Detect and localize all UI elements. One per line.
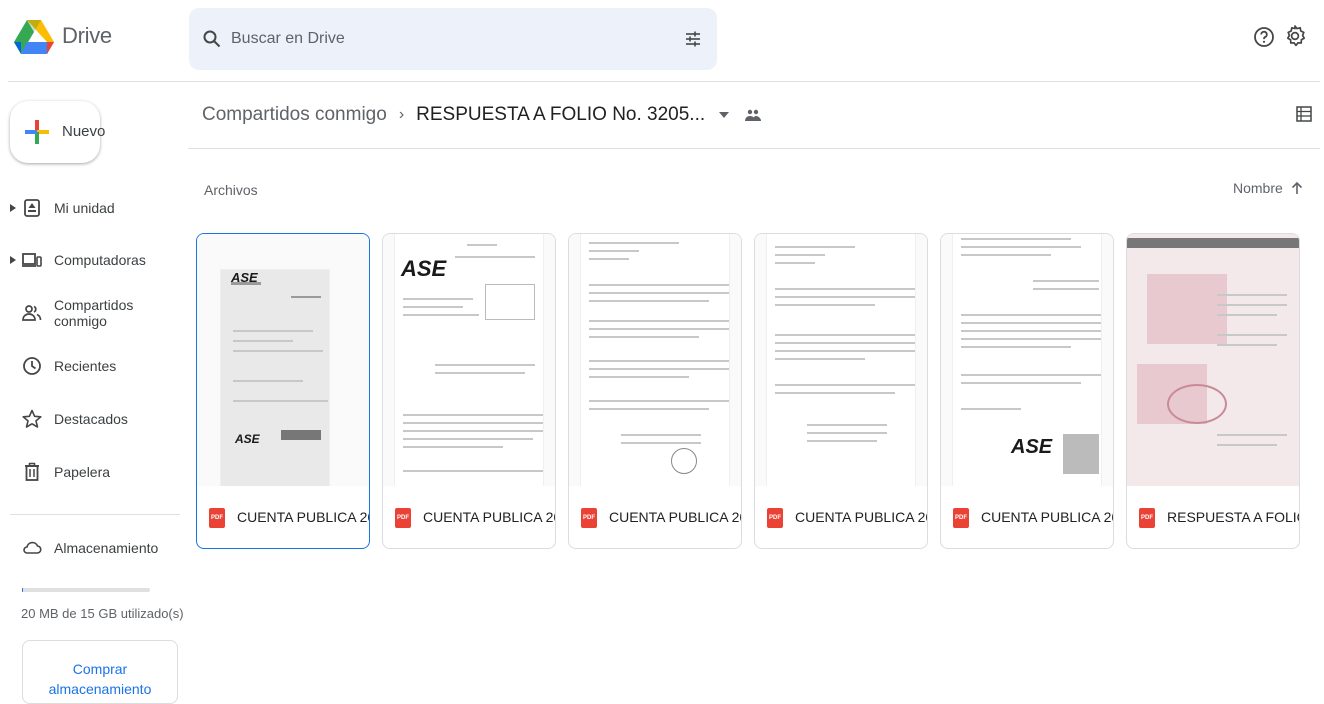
sidebar-item-label: Recientes <box>54 358 117 374</box>
search-icon[interactable] <box>203 30 221 48</box>
list-view-icon[interactable] <box>1296 106 1312 122</box>
file-card-footer: PDF CUENTA PUBLICA 2019.pdf <box>569 498 741 538</box>
expand-arrow-icon[interactable] <box>9 203 17 213</box>
shared-icon <box>22 305 42 321</box>
breadcrumb: Compartidos conmigo › RESPUESTA A FOLIO … <box>202 104 762 126</box>
file-card-footer: PDF CUENTA PUBLICA 2017.pdf <box>197 498 369 538</box>
sidebar-item-starred[interactable]: Destacados <box>0 399 180 439</box>
pdf-icon: PDF <box>767 508 783 528</box>
storage-label: Almacenamiento <box>54 540 159 556</box>
file-card[interactable]: PDF CUENTA PUBLICA 2019.pdf <box>568 233 742 549</box>
section-title-files: Archivos <box>204 182 258 198</box>
new-button[interactable]: Nuevo <box>10 101 105 163</box>
main-divider <box>188 148 1320 149</box>
storage-progress-fill <box>22 588 24 592</box>
file-thumbnail: ASE <box>941 234 1113 486</box>
shared-folder-icon <box>745 109 762 121</box>
file-thumbnail <box>569 234 741 486</box>
sidebar-item-label: Papelera <box>54 464 111 480</box>
pdf-icon: PDF <box>1139 508 1155 528</box>
sidebar-item-my-drive[interactable]: Mi unidad <box>0 188 180 228</box>
sidebar-item-label: Compartidos conmigo <box>54 297 134 329</box>
pdf-icon: PDF <box>395 508 411 528</box>
sidebar-divider <box>10 514 180 515</box>
pdf-icon: PDF <box>953 508 969 528</box>
pdf-icon: PDF <box>581 508 597 528</box>
star-icon <box>22 409 42 428</box>
computer-icon <box>22 253 42 267</box>
file-thumbnail <box>1127 234 1299 486</box>
buy-storage-button[interactable]: Comprar almacenamiento <box>22 640 178 704</box>
drive-logo[interactable]: Drive <box>14 18 112 54</box>
file-thumbnail <box>755 234 927 486</box>
file-name: RESPUESTA A FOLIO 3205... <box>1167 509 1299 525</box>
file-card[interactable]: ASE ASE PDF CUENTA PUBLICA 2017.pdf <box>196 233 370 549</box>
header-divider <box>8 81 1320 82</box>
file-name: CUENTA PUBLICA 2020.pdf <box>795 509 927 525</box>
file-card[interactable]: PDF RESPUESTA A FOLIO 3205... <box>1126 233 1300 549</box>
sidebar-item-label: Mi unidad <box>54 200 115 216</box>
drive-icon <box>24 199 40 217</box>
search-options-icon[interactable] <box>683 29 703 49</box>
file-card[interactable]: ASE PDF CUENTA PUBLICA 2021.pdf <box>940 233 1114 549</box>
sidebar-item-shared[interactable]: Compartidos conmigo <box>0 293 180 333</box>
file-card-footer: PDF CUENTA PUBLICA 2021.pdf <box>941 498 1113 538</box>
ase-logo: ASE <box>231 270 258 285</box>
breadcrumb-separator: › <box>398 106 405 123</box>
sidebar-item-recent[interactable]: Recientes <box>0 346 180 386</box>
sidebar-item-computers[interactable]: Computadoras <box>0 240 180 280</box>
file-name: CUENTA PUBLICA 2021.pdf <box>981 509 1113 525</box>
arrow-up-icon[interactable] <box>1291 181 1303 195</box>
app-name: Drive <box>62 23 112 48</box>
gear-icon[interactable] <box>1283 24 1307 48</box>
pdf-icon: PDF <box>209 508 225 528</box>
search-input[interactable] <box>231 26 651 52</box>
drive-logo-icon <box>14 20 54 54</box>
file-thumbnail: ASE <box>383 234 555 486</box>
file-card-footer: PDF RESPUESTA A FOLIO 3205... <box>1127 498 1299 538</box>
file-name: CUENTA PUBLICA 2017.pdf <box>237 509 369 525</box>
sidebar-item-storage[interactable]: Almacenamiento <box>0 528 180 568</box>
help-icon[interactable] <box>1253 26 1275 48</box>
expand-arrow-icon[interactable] <box>9 255 17 265</box>
ase-logo: ASE <box>1011 436 1053 458</box>
sidebar-item-trash[interactable]: Papelera <box>0 452 180 492</box>
cloud-icon <box>23 541 42 554</box>
sort-control[interactable]: Nombre <box>1233 180 1303 196</box>
sort-label: Nombre <box>1233 180 1283 196</box>
file-card-footer: PDF CUENTA PUBLICA 2018.pdf <box>383 498 555 538</box>
sidebar-item-label: Computadoras <box>54 252 146 268</box>
plus-icon <box>25 120 49 144</box>
file-card-footer: PDF CUENTA PUBLICA 2020.pdf <box>755 498 927 538</box>
breadcrumb-root[interactable]: Compartidos conmigo <box>202 104 387 126</box>
ase-logo: ASE <box>235 432 260 446</box>
clock-icon <box>23 357 41 375</box>
file-name: CUENTA PUBLICA 2018.pdf <box>423 509 555 525</box>
storage-used-text: 20 MB de 15 GB utilizado(s) <box>21 606 184 621</box>
file-thumbnail: ASE ASE <box>197 234 369 486</box>
file-card[interactable]: ASE PDF CUENTA PUBLICA 2018.pdf <box>382 233 556 549</box>
file-name: CUENTA PUBLICA 2019.pdf <box>609 509 741 525</box>
breadcrumb-current[interactable]: RESPUESTA A FOLIO No. 3205... <box>416 104 705 126</box>
storage-progress-bar <box>22 588 150 592</box>
search-bar[interactable] <box>189 8 717 70</box>
new-button-label: Nuevo <box>62 123 106 140</box>
trash-icon <box>25 462 39 481</box>
sidebar-item-label: Destacados <box>54 411 128 427</box>
ase-logo: ASE <box>401 256 447 281</box>
chevron-down-icon[interactable] <box>719 112 730 118</box>
file-card[interactable]: PDF CUENTA PUBLICA 2020.pdf <box>754 233 928 549</box>
